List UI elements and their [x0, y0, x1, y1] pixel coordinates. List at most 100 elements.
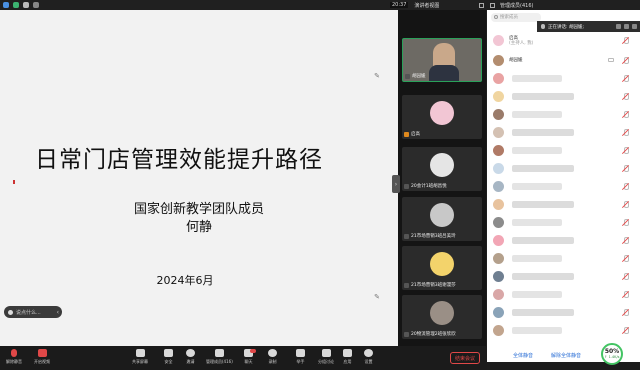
participant-row[interactable]	[493, 162, 637, 175]
meeting-window: 20:37 演讲者视图 管理成员(416) 日常门店管理效能提升路径 国家创新教…	[0, 0, 640, 370]
mic-off-icon[interactable]	[622, 111, 629, 118]
participant-row[interactable]	[493, 90, 637, 103]
avatar	[493, 289, 504, 300]
title-bar-center: 20:37 演讲者视图	[390, 0, 439, 10]
avatar	[493, 163, 504, 174]
edit-icon[interactable]: ✎	[374, 72, 380, 80]
search-icon	[494, 15, 498, 19]
participant-name	[512, 219, 562, 226]
avatar	[493, 35, 504, 46]
invite-button[interactable]: 邀请	[186, 349, 195, 365]
mic-off-icon[interactable]	[622, 75, 629, 82]
pin-icon[interactable]	[624, 24, 629, 29]
chevron-left-icon[interactable]: ‹	[57, 309, 59, 316]
participant-row[interactable]	[493, 234, 637, 247]
participant-name	[512, 327, 562, 334]
members-icon	[214, 349, 224, 357]
network-badge[interactable]: 50% ↑ 1.4K/s	[601, 343, 623, 365]
record-icon	[268, 349, 277, 357]
speaking-indicator: 正在讲话: 胡园媛;	[537, 21, 640, 32]
mic-off-icon[interactable]	[622, 327, 629, 334]
participant-name	[512, 201, 574, 208]
network-speed: ↑ 1.4K/s	[604, 355, 620, 359]
share-screen-button[interactable]: 共享屏幕	[132, 349, 148, 365]
mic-off-icon[interactable]	[622, 93, 629, 100]
participant-row-host[interactable]: 启高 (主持人, 我)	[493, 34, 637, 47]
mic-off-icon[interactable]	[622, 129, 629, 136]
video-tile[interactable]: 21市场营销3班吕美玲	[402, 197, 482, 241]
mic-off-icon[interactable]	[622, 201, 629, 208]
raise-hand-button[interactable]: 举手	[296, 349, 305, 365]
video-tile[interactable]: 启高	[402, 95, 482, 139]
participant-row[interactable]	[493, 180, 637, 193]
mic-off-icon[interactable]	[622, 165, 629, 172]
participant-row[interactable]	[493, 216, 637, 229]
collapse-strip-handle[interactable]: ›	[392, 175, 400, 193]
participant-row[interactable]	[493, 324, 637, 337]
video-icon[interactable]	[608, 58, 614, 62]
members-button[interactable]: 管理成员(416)	[206, 349, 233, 365]
mic-off-icon[interactable]	[622, 147, 629, 154]
video-tile[interactable]: 胡园媛	[402, 38, 482, 82]
participant-row[interactable]	[493, 306, 637, 319]
video-icon[interactable]	[616, 24, 621, 29]
video-tile[interactable]: 20会计1班胡昌悦	[402, 147, 482, 191]
video-tile[interactable]: 21市场营销3班谢漫莎	[402, 246, 482, 290]
chat-input-pill[interactable]: 说点什么... ‹	[4, 306, 62, 318]
unmute-all-button[interactable]: 解除全体静音	[551, 352, 581, 359]
popout-icon[interactable]	[632, 24, 637, 29]
minimize-icon[interactable]	[479, 2, 484, 8]
participant-row[interactable]	[493, 252, 637, 265]
mic-off-icon[interactable]	[622, 219, 629, 226]
avatar	[430, 153, 454, 177]
meeting-time: 20:37	[390, 2, 409, 8]
video-button[interactable]: 开启视频	[34, 349, 50, 365]
mute-all-button[interactable]: 全体静音	[513, 352, 533, 359]
record-button[interactable]: 录制	[268, 349, 277, 365]
participant-row[interactable]	[493, 126, 637, 139]
maximize-icon[interactable]	[490, 2, 495, 8]
mic-off-icon[interactable]	[622, 291, 629, 298]
participant-row[interactable]	[493, 72, 637, 85]
mic-off-icon[interactable]	[622, 183, 629, 190]
tile-name: 胡园媛	[405, 73, 426, 79]
mute-button[interactable]: 解除静音	[6, 349, 22, 365]
grid-icon[interactable]	[33, 2, 39, 8]
slide-presenter: 何静	[185, 220, 212, 235]
participant-name: 胡园媛	[509, 58, 523, 63]
mic-off-icon[interactable]	[622, 255, 629, 262]
end-meeting-button[interactable]: 结束会议	[450, 352, 480, 364]
search-input[interactable]: 搜索成员	[491, 12, 541, 22]
apps-button[interactable]: 应用	[343, 349, 352, 365]
participant-row[interactable]	[493, 108, 637, 121]
avatar	[493, 271, 504, 282]
security-button[interactable]: 安全	[164, 349, 173, 365]
info-icon[interactable]	[3, 2, 9, 8]
avatar	[493, 235, 504, 246]
signal-icon[interactable]	[23, 2, 29, 8]
mic-off-icon[interactable]	[622, 57, 629, 64]
participant-row[interactable]	[493, 198, 637, 211]
participant-row[interactable]	[493, 144, 637, 157]
shield-icon[interactable]	[13, 2, 19, 8]
settings-button[interactable]: 设置	[364, 349, 373, 365]
mic-off-icon[interactable]	[622, 309, 629, 316]
mic-off-icon[interactable]	[622, 237, 629, 244]
video-tile[interactable]: 20物流管理2班张欣欣	[402, 295, 482, 339]
invite-icon	[186, 349, 195, 357]
edit-icon-bottom[interactable]: ✎	[374, 293, 380, 301]
mic-off-icon[interactable]	[622, 37, 629, 44]
participant-row-cohost[interactable]: 胡园媛	[493, 54, 637, 67]
participant-row[interactable]	[493, 288, 637, 301]
avatar	[430, 252, 454, 276]
mic-off-icon[interactable]	[622, 273, 629, 280]
breakout-icon	[321, 349, 331, 357]
participant-name	[512, 309, 574, 316]
laser-pointer	[13, 180, 15, 184]
view-switch[interactable]: 演讲者视图	[414, 2, 439, 9]
tile-name: 20会计1班胡昌悦	[404, 183, 447, 189]
breakout-button[interactable]: 分组讨论	[318, 349, 334, 365]
title-bar: 20:37 演讲者视图 管理成员(416)	[0, 0, 640, 10]
participant-row[interactable]	[493, 270, 637, 283]
tile-name: 启高	[404, 131, 420, 137]
